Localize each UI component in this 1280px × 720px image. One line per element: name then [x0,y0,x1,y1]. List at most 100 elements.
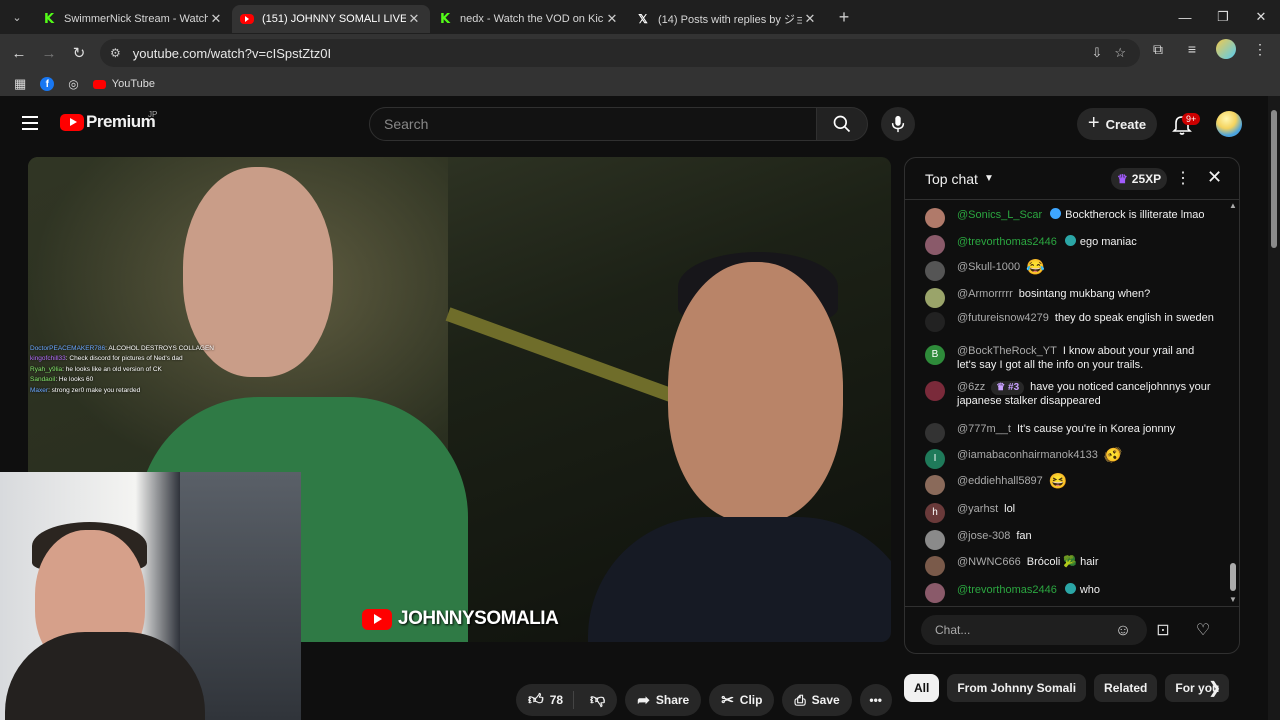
clip-button[interactable]: ✂ Clip [709,684,775,716]
avatar [925,423,945,443]
video-actions: 👍︎ 78 👎︎ ➦ Share ✂ Clip ⎙ Save ••• [516,684,892,718]
person-right-head [668,262,843,522]
bookmark-youtube[interactable]: YouTube [92,78,156,90]
xp-badge[interactable]: ♛ 25XP [1111,168,1168,190]
avatar [925,261,945,281]
microphone-icon [891,115,905,133]
extensions-icon[interactable]: ⧉ [1148,41,1168,58]
create-button[interactable]: + Create [1077,108,1157,140]
new-tab-button[interactable]: + [830,7,858,28]
youtube-premium-logo[interactable]: Premium JP [60,110,157,132]
browser-tab-2[interactable]: K nedx - Watch the VOD on Kick ✕ [430,5,628,33]
chat-message: @Sonics_L_Scar Bocktherock is illiterate … [925,208,1215,228]
member-badge-icon [1050,208,1062,219]
scroll-down-icon[interactable]: ▼ [1229,595,1237,604]
window-controls: — ❐ ✕ [1166,0,1280,34]
bookmark-star-icon[interactable]: ☆ [1114,45,1126,61]
more-horizontal-icon: ••• [869,693,882,707]
page-scrollbar[interactable] [1268,96,1280,720]
browser-tab-1[interactable]: (151) JOHNNY SOMALI LIVE FR ✕ [232,5,430,33]
video-overlay-chat: DoctorPEACEMAKER786: ALCOHOL DESTROYS CO… [30,345,214,394]
heart-icon[interactable]: ♡ [1193,621,1213,641]
tab-title: nedx - Watch the VOD on Kick [460,13,604,25]
channel-watermark: JOHNNYSOMALIA [362,608,559,630]
chat-message: @jose-308 fan [925,530,1215,550]
youtube-logo-icon [362,608,392,630]
top-chat-dropdown[interactable]: Top chat ▼ [925,171,994,187]
close-tab-icon[interactable]: ✕ [406,11,422,27]
related-filter-chips: All From Johnny Somali Related For you [904,674,1230,702]
tab-search-icon[interactable]: ⌄ [0,0,34,34]
media-controls-icon[interactable]: ≡ [1182,41,1202,57]
avatar: I [925,449,945,469]
search-input[interactable]: Search [369,107,817,141]
tab-title: SwimmerNick Stream - Watch L [64,13,208,25]
profile-avatar-icon[interactable] [1216,39,1236,59]
apps-grid-icon[interactable]: ▦ [14,76,26,92]
reload-icon[interactable]: ↻ [64,38,94,68]
back-icon[interactable]: ← [4,38,34,68]
more-options-icon[interactable]: ⋮ [1175,168,1191,188]
chip-related[interactable]: Related [1094,674,1158,702]
avatar [925,312,945,332]
scroll-up-icon[interactable]: ▲ [1229,201,1237,210]
chevron-right-icon[interactable]: ❯ [1208,678,1221,698]
chat-message: @777m__t It's cause you're in Korea jonnn… [925,423,1215,443]
avatar [925,583,945,603]
chip-all[interactable]: All [904,674,940,702]
install-app-icon[interactable]: ⇩ [1091,45,1102,61]
globe-icon[interactable]: ◎ [68,77,78,91]
voice-search-button[interactable] [881,107,915,141]
avatar [925,381,945,401]
tab-title: (151) JOHNNY SOMALI LIVE FR [262,13,406,25]
search-placeholder: Search [384,116,429,132]
user-avatar[interactable] [1216,111,1242,137]
super-chat-icon[interactable]: ⊡ [1153,621,1173,641]
crown-icon: ♛ [1117,172,1128,186]
close-icon[interactable]: ✕ [1207,167,1222,188]
more-actions-button[interactable]: ••• [859,684,892,716]
chat-message: @futureisnow4279 they do speak english in… [925,312,1215,332]
avatar: B [925,345,945,365]
chat-placeholder: Chat... [935,623,971,637]
chat-message: @6zz ♛ #3 have you noticed canceljohnnys y… [925,381,1215,408]
restore-icon[interactable]: ❐ [1204,0,1242,34]
dislike-button[interactable]: 👎︎ [580,691,605,709]
emoji-icon[interactable]: ☺ [1113,621,1133,641]
like-button[interactable]: 👍︎ 78 [528,691,575,709]
site-info-icon[interactable]: ⚙ [110,46,121,60]
notification-count-badge: 9+ [1182,113,1201,125]
close-tab-icon[interactable]: ✕ [604,11,620,27]
like-count: 78 [549,693,564,707]
chat-message: @NWNC666 Brócoli 🥦 hair [925,556,1215,576]
close-tab-icon[interactable]: ✕ [208,11,224,27]
search-button[interactable] [816,107,868,141]
page-scrollbar-thumb[interactable] [1271,110,1277,248]
scrollbar-thumb[interactable] [1230,563,1236,591]
close-window-icon[interactable]: ✕ [1242,0,1280,34]
x-icon: 𝕏 [638,12,648,26]
browser-menu-icon[interactable]: ⋮ [1250,41,1270,58]
share-button[interactable]: ➦ Share [625,684,702,716]
thumbs-down-icon: 👎︎ [590,691,606,708]
save-button[interactable]: ⎙ Save [782,684,852,716]
browser-tab-3[interactable]: 𝕏 (14) Posts with replies by ジョニ ✕ [628,5,826,33]
chat-scrollbar[interactable]: ▲ ▼ [1228,201,1238,605]
menu-icon[interactable] [22,116,38,130]
chat-message: @Armorrrrr bosintang mukbang when? [925,288,1215,308]
url-text: youtube.com/watch?v=cISpstZtz0I [132,45,332,61]
close-tab-icon[interactable]: ✕ [802,11,818,27]
avatar [925,235,945,255]
browser-tab-0[interactable]: K SwimmerNick Stream - Watch L ✕ [34,5,232,33]
avatar [925,208,945,228]
facebook-icon[interactable]: f [40,77,55,91]
browser-toolbar: ← → ↻ ⚙ youtube.com/watch?v=cISpstZtz0I … [0,34,1280,72]
chip-from-channel[interactable]: From Johnny Somali [947,674,1087,702]
minimize-icon[interactable]: — [1166,0,1204,34]
forward-icon[interactable]: → [34,38,64,68]
chat-message: @eddiehhall5897 😆 [925,474,1215,495]
logo-text: Premium [86,112,156,131]
address-bar[interactable]: ⚙ youtube.com/watch?v=cISpstZtz0I ⇩ ☆ [100,39,1140,67]
scissors-icon: ✂ [721,692,734,709]
bookmark-label: YouTube [111,78,156,90]
